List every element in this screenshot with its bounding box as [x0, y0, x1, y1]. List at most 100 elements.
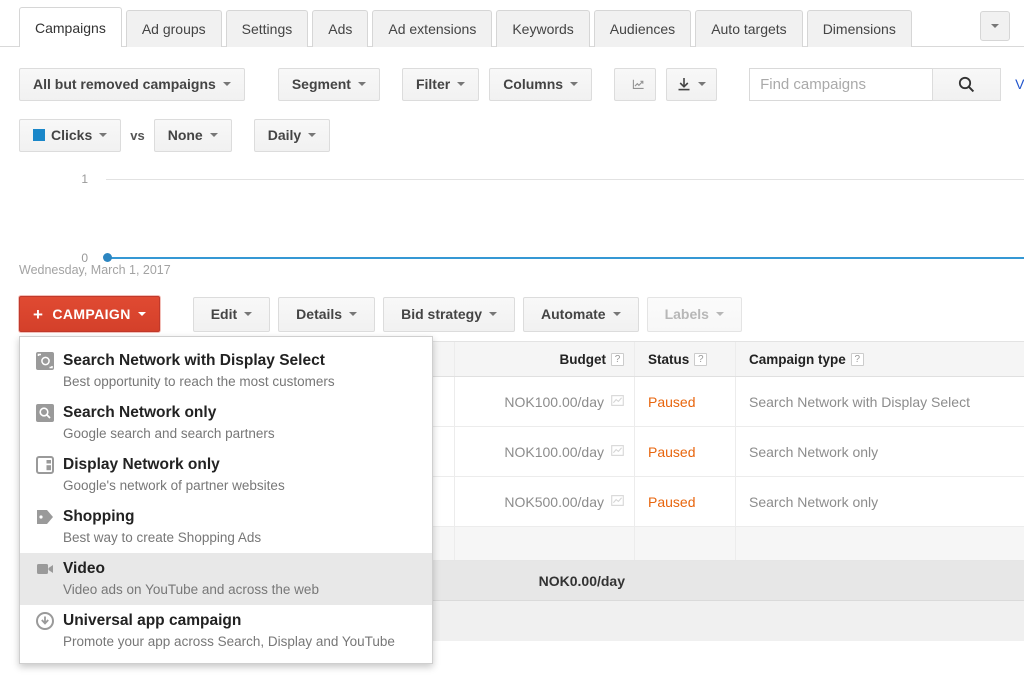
table-total-row: NOK0.00/day	[433, 561, 1024, 601]
chevron-down-icon	[489, 312, 498, 316]
automate-label: Automate	[541, 306, 606, 322]
campaign-type-value: Search Network only	[749, 443, 879, 460]
table-row[interactable]: NOK100.00/day Paused Search Network only	[433, 427, 1024, 477]
help-icon[interactable]: ?	[611, 352, 624, 366]
campaign-type-header-cell[interactable]: Campaign type ?	[736, 342, 1024, 376]
chart-x-axis-label: Wednesday, March 1, 2017	[19, 263, 171, 277]
new-campaign-button[interactable]: + CAMPAIGN	[19, 296, 160, 332]
granularity-dropdown[interactable]: Daily	[253, 118, 331, 152]
tab-overflow-button[interactable]	[980, 11, 1010, 41]
chevron-down-icon	[209, 133, 218, 137]
spacer-check-cell	[433, 527, 455, 560]
filter-dropdown[interactable]: Filter	[401, 67, 480, 101]
budget-cell[interactable]: NOK100.00/day	[455, 377, 635, 426]
chart-data-point[interactable]	[103, 253, 112, 262]
menu-item-title-row: Universal app campaign	[36, 611, 418, 631]
menu-item-label: Universal app campaign	[63, 612, 242, 629]
budget-graph-icon[interactable]	[604, 443, 624, 461]
help-icon[interactable]: ?	[694, 352, 708, 366]
line-chart-toggle-button[interactable]	[614, 67, 657, 101]
table-row[interactable]: NOK500.00/day Paused Search Network only	[433, 477, 1024, 527]
tab-dimensions[interactable]: Dimensions	[806, 10, 912, 47]
search-input[interactable]: Find campaigns	[749, 67, 933, 101]
filter-label: Filter	[415, 76, 451, 92]
tab-settings[interactable]: Settings	[225, 10, 309, 47]
status-cell[interactable]: Paused	[635, 477, 736, 526]
columns-dropdown[interactable]: Columns	[489, 67, 593, 101]
status-cell[interactable]: Paused	[635, 427, 736, 476]
menu-item-universal-app-campaign[interactable]: Universal app campaign Promote your app a…	[20, 605, 432, 657]
status-badge: Paused	[648, 493, 696, 510]
download-dropdown-button[interactable]	[666, 67, 718, 101]
tab-ads[interactable]: Ads	[312, 10, 369, 47]
tab-audiences[interactable]: Audiences	[593, 10, 692, 47]
campaign-filter-dropdown[interactable]: All but removed campaigns	[19, 67, 245, 101]
tab-ad-extensions[interactable]: Ad extensions	[372, 10, 493, 47]
budget-header-label: Budget	[559, 351, 607, 367]
chevron-down-icon	[222, 82, 231, 86]
new-campaign-type-menu[interactable]: Search Network with Display Select Best o…	[19, 336, 433, 664]
budget-cell[interactable]: NOK500.00/day	[455, 477, 635, 526]
tab-keywords[interactable]: Keywords	[496, 10, 590, 47]
menu-item-title-row: Video	[36, 559, 418, 579]
segment-label: Segment	[291, 76, 351, 92]
metric-primary-dropdown[interactable]: Clicks	[19, 118, 122, 152]
row-select-cell[interactable]	[433, 427, 455, 476]
menu-item-search-network-with-display-select[interactable]: Search Network with Display Select Best o…	[20, 345, 432, 397]
tab-label: Keywords	[512, 21, 574, 37]
tab-ad-groups[interactable]: Ad groups	[125, 10, 222, 47]
budget-header-cell[interactable]: Budget ?	[455, 342, 635, 376]
search-button[interactable]	[932, 67, 1002, 101]
automate-dropdown-button[interactable]: Automate	[523, 296, 639, 332]
table-spacer-row	[433, 527, 1024, 561]
row-select-cell[interactable]	[433, 477, 455, 526]
display-layout-icon	[36, 456, 54, 474]
budget-cell[interactable]: NOK100.00/day	[455, 427, 635, 476]
budget-graph-icon[interactable]	[604, 393, 624, 411]
edit-dropdown-button[interactable]: Edit	[192, 296, 271, 332]
total-check-cell	[433, 561, 455, 600]
tab-auto-targets[interactable]: Auto targets	[695, 10, 803, 47]
help-icon[interactable]: ?	[850, 352, 864, 366]
menu-item-video[interactable]: Video Video ads on YouTube and across the…	[20, 553, 432, 605]
spacer-budget-cell	[455, 527, 635, 560]
chevron-down-icon	[99, 133, 108, 137]
menu-item-shopping[interactable]: Shopping Best way to create Shopping Ads	[20, 501, 432, 553]
menu-item-title-row: Search Network only	[36, 403, 418, 423]
total-budget-value: NOK0.00/day	[538, 572, 625, 589]
menu-item-search-network-only[interactable]: Search Network only Google search and sea…	[20, 397, 432, 449]
details-dropdown-button[interactable]: Details	[278, 296, 376, 332]
status-header-label: Status	[648, 351, 690, 367]
bid-strategy-dropdown-button[interactable]: Bid strategy	[383, 296, 516, 332]
tab-campaigns[interactable]: Campaigns	[19, 7, 122, 48]
chevron-down-icon	[308, 133, 317, 137]
row-select-cell[interactable]	[433, 377, 455, 426]
search-icon	[958, 76, 975, 92]
search-display-icon	[36, 352, 54, 370]
menu-item-description: Google search and search partners	[63, 426, 275, 441]
budget-value: NOK500.00/day	[504, 493, 604, 510]
app-download-icon	[36, 612, 54, 630]
total-type-cell	[736, 561, 1024, 600]
campaign-type-cell: Search Network with Display Select	[736, 377, 1024, 426]
menu-item-description: Google's network of partner websites	[63, 478, 285, 493]
menu-item-title-row: Shopping	[36, 507, 418, 527]
campaign-action-bar: + CAMPAIGN Edit Details Bid strategy Aut…	[19, 296, 742, 332]
segment-dropdown[interactable]: Segment	[277, 67, 380, 101]
labels-dropdown-button[interactable]: Labels	[646, 296, 742, 332]
menu-item-display-network-only[interactable]: Display Network only Google's network of …	[20, 449, 432, 501]
budget-graph-icon[interactable]	[604, 493, 624, 511]
view-change-history-link[interactable]: V	[1015, 76, 1024, 92]
edit-label: Edit	[210, 306, 238, 322]
status-header-cell[interactable]: Status ?	[635, 342, 736, 376]
status-badge: Paused	[648, 393, 696, 410]
total-budget-cell: NOK0.00/day	[455, 561, 635, 600]
filters-toolbar: All but removed campaigns Segment Filter…	[0, 66, 1024, 102]
performance-chart: 1 0	[0, 160, 1024, 280]
select-all-header-cell	[433, 342, 455, 376]
metric-secondary-dropdown[interactable]: None	[153, 118, 232, 152]
status-cell[interactable]: Paused	[635, 377, 736, 426]
table-row[interactable]: NOK100.00/day Paused Search Network with D…	[433, 377, 1024, 427]
search-placeholder: Find campaigns	[760, 75, 866, 93]
budget-value: NOK100.00/day	[504, 393, 604, 410]
